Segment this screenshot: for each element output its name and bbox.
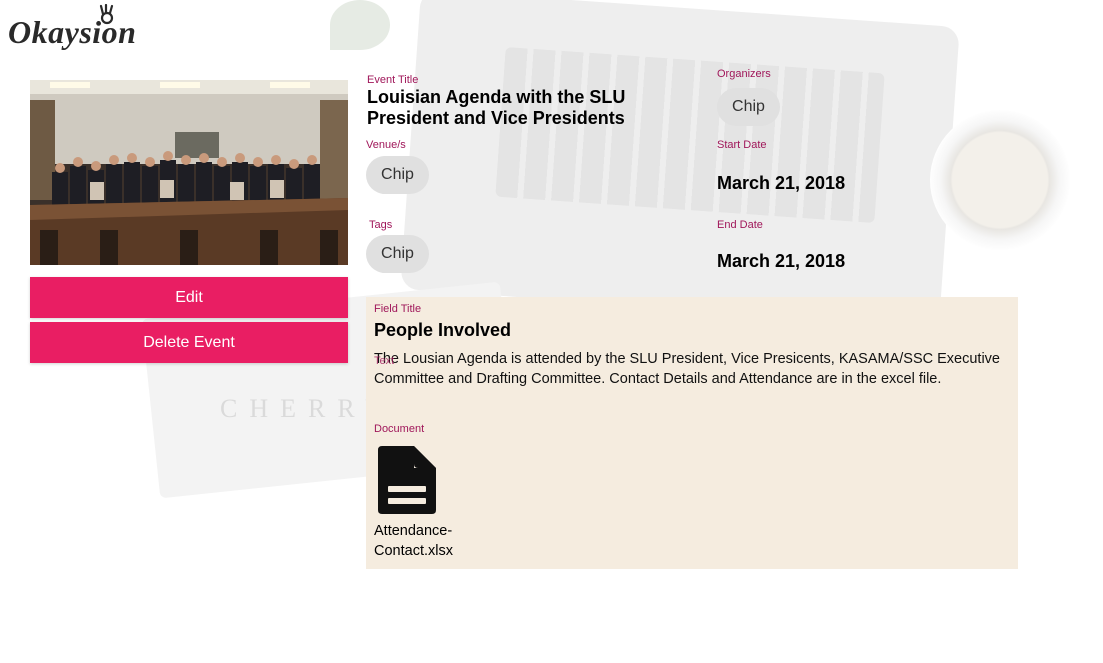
event-title-line-2: President and Vice Presidents (367, 108, 625, 128)
organizers-chip[interactable]: Chip (717, 88, 780, 126)
event-title-label: Event Title (367, 74, 419, 86)
event-title: Louisian Agenda with the SLU President a… (367, 87, 625, 129)
tags-label: Tags (369, 219, 393, 231)
document-file-name[interactable]: Attendance-Contact.xlsx (374, 521, 484, 561)
field-title-label: Field Title (374, 303, 422, 315)
field-text-label: Text (374, 355, 395, 367)
background-coffee-cup (930, 110, 1070, 250)
field-title: People Involved (374, 320, 512, 340)
ok-hand-icon (99, 4, 114, 25)
group-photo-image (30, 80, 348, 265)
background-keyboard (495, 46, 885, 224)
field-text: The Lousian Agenda is attended by the SL… (374, 351, 1000, 387)
end-date: March 21, 2018 (717, 251, 846, 271)
tags-chip[interactable]: Chip (366, 235, 429, 273)
end-date-label: End Date (717, 219, 763, 231)
venue-label: Venue/s (366, 139, 406, 151)
background-plant (330, 0, 390, 50)
edit-button[interactable]: Edit (30, 277, 348, 318)
start-date: March 21, 2018 (717, 173, 846, 193)
app-logo[interactable]: Okaysion (8, 4, 136, 51)
start-date-label: Start Date (717, 139, 767, 151)
event-title-line-1: Louisian Agenda with the SLU (367, 87, 626, 107)
document-label: Document (374, 423, 425, 435)
event-photo (30, 80, 348, 265)
custom-field-panel: Field Title People Involved Text The Lou… (366, 297, 1018, 569)
delete-event-button[interactable]: Delete Event (30, 322, 348, 363)
file-document-icon[interactable] (374, 442, 440, 516)
organizers-label: Organizers (717, 68, 771, 80)
venue-chip[interactable]: Chip (366, 156, 429, 194)
